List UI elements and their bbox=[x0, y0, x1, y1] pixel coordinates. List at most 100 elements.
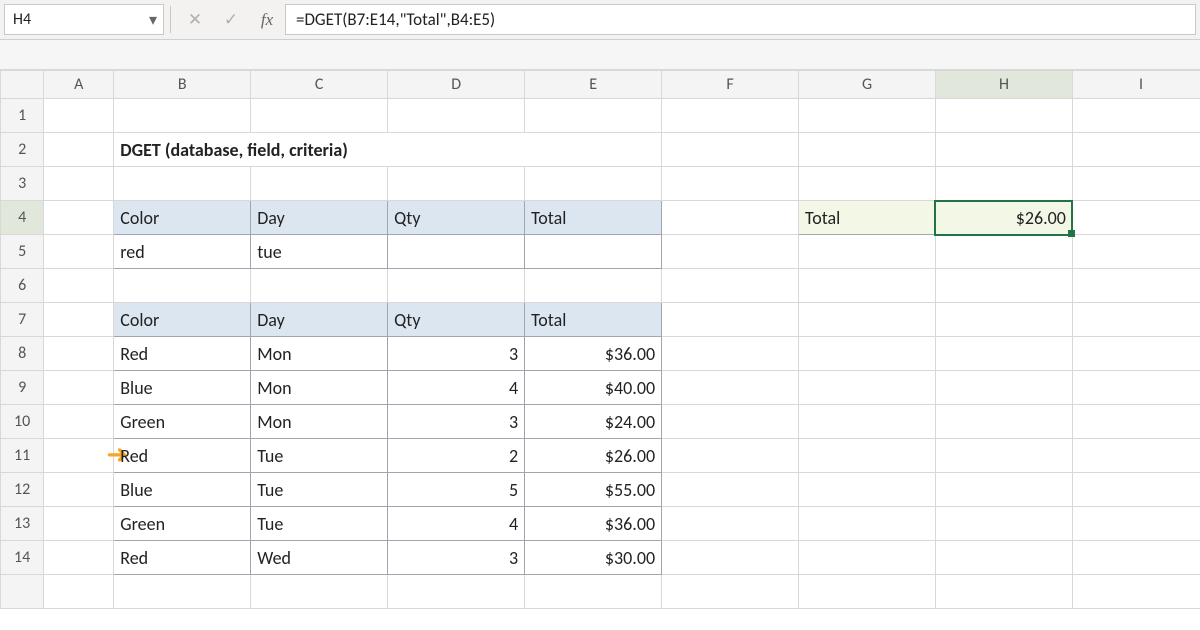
col-header-I[interactable]: I bbox=[1072, 71, 1200, 99]
cell[interactable] bbox=[251, 167, 388, 201]
criteria-value-qty[interactable] bbox=[388, 235, 525, 269]
criteria-header-color[interactable]: Color bbox=[114, 201, 251, 235]
cell[interactable] bbox=[388, 269, 525, 303]
cell[interactable] bbox=[525, 167, 662, 201]
cell[interactable] bbox=[799, 371, 936, 405]
cell[interactable] bbox=[662, 303, 799, 337]
cell[interactable] bbox=[662, 99, 799, 133]
criteria-header-day[interactable]: Day bbox=[251, 201, 388, 235]
cell[interactable] bbox=[114, 167, 251, 201]
cell[interactable] bbox=[662, 133, 799, 167]
data-header-day[interactable]: Day bbox=[251, 303, 388, 337]
cell[interactable] bbox=[1072, 133, 1200, 167]
cell[interactable] bbox=[935, 439, 1072, 473]
cell[interactable] bbox=[388, 167, 525, 201]
data-cell[interactable]: Tue bbox=[251, 507, 388, 541]
data-cell[interactable]: 3 bbox=[388, 405, 525, 439]
row-header-12[interactable]: 12 bbox=[1, 473, 44, 507]
row-header-2[interactable]: 2 bbox=[1, 133, 44, 167]
cell[interactable] bbox=[525, 269, 662, 303]
cell[interactable] bbox=[935, 337, 1072, 371]
data-cell[interactable]: Green bbox=[114, 507, 251, 541]
cell[interactable] bbox=[1072, 405, 1200, 439]
row-header-8[interactable]: 8 bbox=[1, 337, 44, 371]
data-cell[interactable]: Red bbox=[114, 541, 251, 575]
data-cell[interactable]: $24.00 bbox=[525, 405, 662, 439]
cell[interactable] bbox=[935, 507, 1072, 541]
data-cell[interactable]: $40.00 bbox=[525, 371, 662, 405]
data-cell[interactable]: Blue bbox=[114, 473, 251, 507]
cell[interactable] bbox=[799, 575, 936, 609]
cell[interactable] bbox=[251, 575, 388, 609]
cell[interactable] bbox=[1072, 337, 1200, 371]
cell[interactable] bbox=[935, 269, 1072, 303]
data-cell[interactable]: $26.00 bbox=[525, 439, 662, 473]
data-header-total[interactable]: Total bbox=[525, 303, 662, 337]
data-header-color[interactable]: Color bbox=[114, 303, 251, 337]
cell[interactable] bbox=[44, 269, 114, 303]
cell[interactable] bbox=[935, 405, 1072, 439]
result-value-cell[interactable]: $26.00 bbox=[935, 201, 1072, 235]
cell[interactable] bbox=[388, 99, 525, 133]
row-header-10[interactable]: 10 bbox=[1, 405, 44, 439]
cell[interactable] bbox=[935, 99, 1072, 133]
col-header-G[interactable]: G bbox=[799, 71, 936, 99]
cell[interactable] bbox=[251, 99, 388, 133]
cell[interactable] bbox=[799, 507, 936, 541]
cell[interactable] bbox=[935, 371, 1072, 405]
cell[interactable] bbox=[44, 303, 114, 337]
cell[interactable] bbox=[1072, 201, 1200, 235]
data-cell[interactable]: Wed bbox=[251, 541, 388, 575]
data-cell[interactable]: Mon bbox=[251, 405, 388, 439]
data-cell[interactable]: $36.00 bbox=[525, 337, 662, 371]
cell[interactable] bbox=[525, 575, 662, 609]
cell[interactable] bbox=[251, 269, 388, 303]
data-cell[interactable]: 3 bbox=[388, 541, 525, 575]
cell[interactable] bbox=[1072, 473, 1200, 507]
data-cell[interactable]: 3 bbox=[388, 337, 525, 371]
col-header-D[interactable]: D bbox=[388, 71, 525, 99]
data-cell[interactable]: Mon bbox=[251, 371, 388, 405]
enter-formula-button[interactable]: ✓ bbox=[213, 0, 249, 39]
row-header-7[interactable]: 7 bbox=[1, 303, 44, 337]
insert-function-button[interactable]: fx bbox=[249, 0, 285, 39]
cell[interactable] bbox=[662, 269, 799, 303]
cell[interactable] bbox=[799, 133, 936, 167]
cell[interactable] bbox=[44, 575, 114, 609]
row-header-11[interactable]: 11 bbox=[1, 439, 44, 473]
cell[interactable] bbox=[935, 167, 1072, 201]
data-cell[interactable]: Tue bbox=[251, 473, 388, 507]
data-cell[interactable]: Mon bbox=[251, 337, 388, 371]
data-cell[interactable]: 4 bbox=[388, 507, 525, 541]
col-header-H[interactable]: H bbox=[935, 71, 1072, 99]
criteria-header-total[interactable]: Total bbox=[525, 201, 662, 235]
cell[interactable] bbox=[662, 201, 799, 235]
cell[interactable] bbox=[935, 303, 1072, 337]
cell[interactable] bbox=[662, 235, 799, 269]
criteria-header-qty[interactable]: Qty bbox=[388, 201, 525, 235]
cell[interactable] bbox=[1072, 99, 1200, 133]
cell[interactable] bbox=[1072, 303, 1200, 337]
cell[interactable] bbox=[388, 575, 525, 609]
cell[interactable] bbox=[44, 507, 114, 541]
cell[interactable] bbox=[935, 235, 1072, 269]
cell[interactable] bbox=[525, 99, 662, 133]
cell[interactable] bbox=[662, 575, 799, 609]
cell-title[interactable]: DGET (database, field, criteria) bbox=[114, 133, 662, 167]
row-header-15[interactable] bbox=[1, 575, 44, 609]
cell[interactable] bbox=[44, 405, 114, 439]
criteria-value-day[interactable]: tue bbox=[251, 235, 388, 269]
cell[interactable] bbox=[44, 235, 114, 269]
cell[interactable] bbox=[935, 575, 1072, 609]
row-header-9[interactable]: 9 bbox=[1, 371, 44, 405]
cell[interactable] bbox=[799, 439, 936, 473]
criteria-value-total[interactable] bbox=[525, 235, 662, 269]
cell[interactable] bbox=[799, 167, 936, 201]
cell[interactable] bbox=[799, 541, 936, 575]
cell[interactable] bbox=[1072, 235, 1200, 269]
cell[interactable] bbox=[1072, 507, 1200, 541]
cell[interactable] bbox=[114, 99, 251, 133]
data-cell[interactable]: 5 bbox=[388, 473, 525, 507]
cell[interactable] bbox=[44, 541, 114, 575]
cell[interactable] bbox=[662, 167, 799, 201]
